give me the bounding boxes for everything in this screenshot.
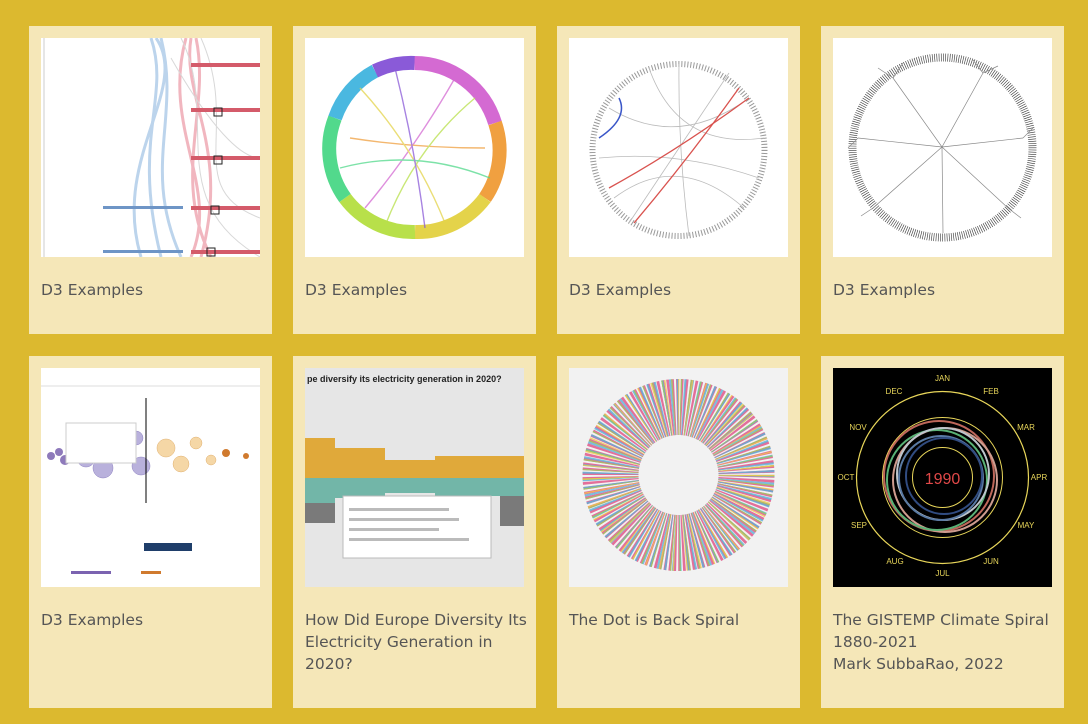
month-label: MAR: [1017, 423, 1035, 432]
month-label: NOV: [849, 423, 867, 432]
card-caption[interactable]: How Did Europe Diversity Its Electricity…: [305, 609, 527, 675]
chord-diagram-image: [322, 55, 507, 240]
month-label: OCT: [838, 473, 855, 482]
gallery-card-radial-tree[interactable]: D3 Examples: [821, 26, 1064, 334]
gallery-card-beeswarm[interactable]: D3 Examples: [29, 356, 272, 708]
gallery-card-dot-spiral[interactable]: The Dot is Back Spiral: [557, 356, 800, 708]
thumbnail-climate-spiral[interactable]: 1990 JAN FEB MAR APR MAY JUN JUL AUG SEP…: [833, 368, 1052, 587]
dot-spiral-image: [569, 368, 788, 587]
gallery-card-europe-electricity[interactable]: pe diversify its electricity generation …: [293, 356, 536, 708]
card-caption[interactable]: D3 Examples: [41, 279, 263, 301]
gallery-card-climate-spiral[interactable]: 1990 JAN FEB MAR APR MAY JUN JUL AUG SEP…: [821, 356, 1064, 708]
thumbnail-dot-spiral[interactable]: [569, 368, 788, 587]
month-label: MAY: [1018, 521, 1035, 530]
month-label: DEC: [886, 387, 903, 396]
card-caption[interactable]: D3 Examples: [41, 609, 263, 631]
gallery-card-edge-bundling[interactable]: D3 Examples: [557, 26, 800, 334]
thumbnail-chord-diagram[interactable]: [305, 38, 524, 257]
month-label: FEB: [983, 387, 999, 396]
month-label: JUL: [935, 569, 950, 578]
month-label: JUN: [983, 557, 999, 566]
thumbnail-storyline-diagram[interactable]: [41, 38, 260, 257]
gallery-card-chord[interactable]: D3 Examples: [293, 26, 536, 334]
month-label: JAN: [935, 374, 950, 383]
month-label: APR: [1031, 473, 1048, 482]
climate-spiral-image: 1990 JAN FEB MAR APR MAY JUN JUL AUG SEP…: [833, 368, 1052, 587]
radial-tree-image: [847, 53, 1037, 242]
spiral-year: 1990: [925, 471, 961, 488]
gallery-card-storyline[interactable]: D3 Examples: [29, 26, 272, 334]
month-label: AUG: [886, 557, 903, 566]
card-caption[interactable]: D3 Examples: [569, 279, 791, 301]
thumbnail-beeswarm[interactable]: [41, 368, 260, 587]
storyline-diagram-image: [43, 38, 260, 257]
card-caption[interactable]: D3 Examples: [833, 279, 1055, 301]
thumbnail-europe-electricity[interactable]: pe diversify its electricity generation …: [305, 368, 524, 587]
card-caption[interactable]: D3 Examples: [305, 279, 527, 301]
card-caption[interactable]: The GISTEMP Climate Spiral 1880-2021 Mar…: [833, 609, 1055, 675]
beeswarm-image: [41, 385, 260, 574]
month-label: SEP: [851, 521, 867, 530]
thumb-headline: pe diversify its electricity generation …: [307, 374, 502, 384]
thumbnail-hierarchical-edge-bundling[interactable]: [569, 38, 788, 257]
edge-bundling-image: [589, 61, 768, 239]
electricity-chart-image: pe diversify its electricity generation …: [305, 368, 524, 587]
card-caption[interactable]: The Dot is Back Spiral: [569, 609, 791, 631]
thumbnail-radial-tree[interactable]: [833, 38, 1052, 257]
